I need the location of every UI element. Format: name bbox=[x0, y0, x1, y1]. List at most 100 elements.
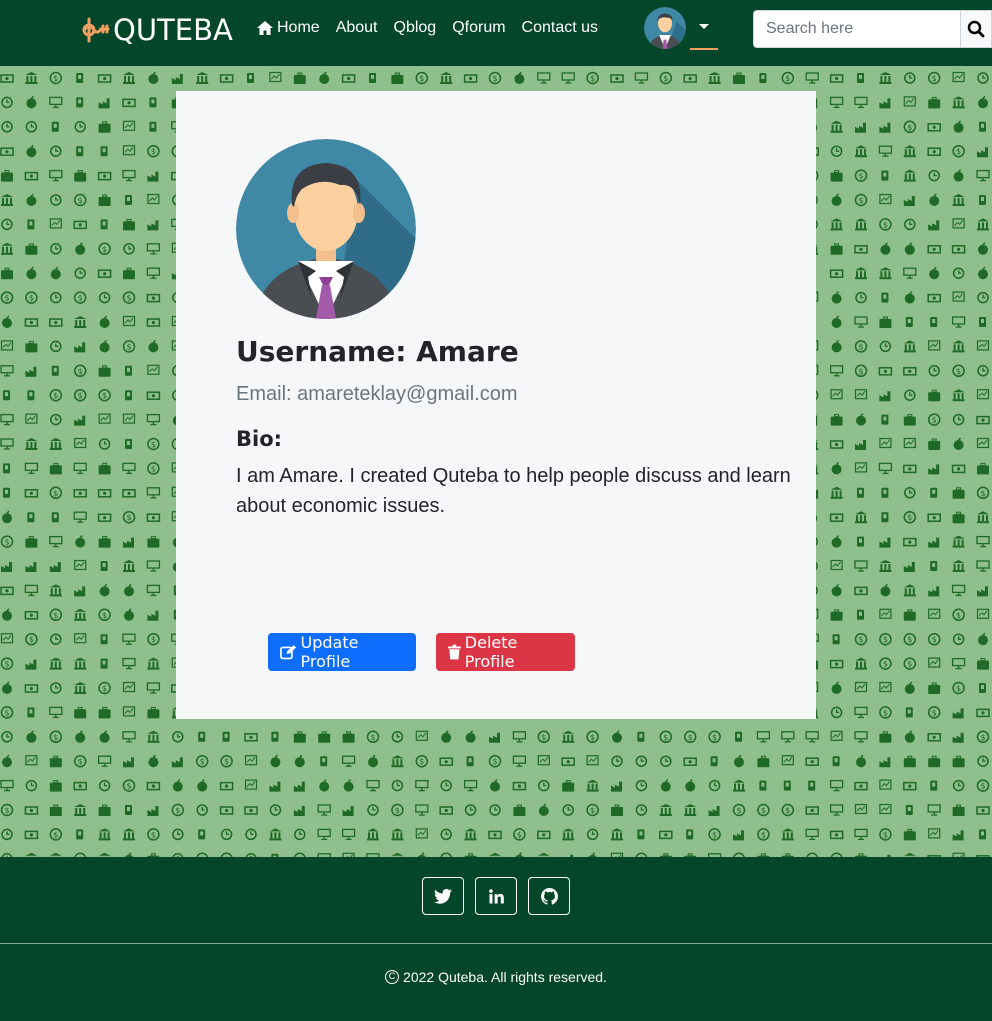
nav-home[interactable]: Home bbox=[256, 17, 320, 39]
pattern-icon bbox=[881, 487, 889, 498]
pattern-icon bbox=[0, 74, 14, 83]
pattern-icon bbox=[74, 633, 87, 644]
linkedin-link[interactable] bbox=[475, 877, 517, 915]
pattern-icon bbox=[854, 245, 868, 254]
pattern-icon bbox=[98, 98, 110, 109]
footer-divider bbox=[0, 943, 992, 944]
user-menu-toggle[interactable] bbox=[690, 14, 718, 50]
nav-contact[interactable]: Contact us bbox=[522, 17, 598, 39]
pattern-icon bbox=[928, 828, 941, 839]
pattern-icon bbox=[659, 804, 672, 816]
pattern-icon bbox=[781, 803, 795, 817]
pattern-icon bbox=[635, 779, 648, 792]
pattern-icon bbox=[49, 318, 63, 327]
pattern-icon bbox=[1, 681, 13, 695]
pattern-icon bbox=[439, 757, 453, 766]
pattern-icon bbox=[977, 266, 989, 280]
pattern-icon bbox=[122, 657, 136, 670]
pattern-icon bbox=[733, 779, 745, 792]
pattern-icon bbox=[100, 146, 108, 157]
pattern-icon bbox=[952, 340, 965, 353]
pattern-icon bbox=[25, 95, 38, 110]
pattern-icon bbox=[74, 804, 87, 816]
pattern-icon bbox=[122, 681, 136, 693]
pattern-icon bbox=[927, 96, 941, 109]
pattern-icon bbox=[24, 584, 39, 597]
pattern-icon bbox=[122, 145, 136, 156]
pattern-icon bbox=[73, 754, 87, 768]
search-button[interactable] bbox=[961, 10, 992, 48]
pattern-icon bbox=[49, 438, 62, 450]
pattern-icon bbox=[149, 121, 157, 132]
pattern-icon bbox=[927, 413, 941, 426]
pattern-icon bbox=[903, 537, 917, 547]
pattern-icon bbox=[512, 804, 526, 817]
pattern-icon bbox=[756, 755, 770, 768]
user-avatar[interactable] bbox=[644, 7, 686, 49]
pattern-icon bbox=[903, 414, 917, 427]
pattern-icon bbox=[147, 632, 160, 646]
trash-icon bbox=[448, 644, 461, 660]
pattern-icon bbox=[927, 706, 941, 719]
pattern-icon bbox=[489, 778, 501, 793]
pattern-icon bbox=[952, 535, 965, 548]
pattern-icon bbox=[879, 437, 892, 449]
pattern-icon bbox=[879, 632, 892, 646]
twitter-link[interactable] bbox=[422, 877, 464, 915]
nav-about[interactable]: About bbox=[336, 17, 378, 39]
pattern-icon bbox=[904, 487, 916, 499]
pattern-icon bbox=[74, 415, 86, 426]
pattern-icon bbox=[660, 778, 672, 793]
pattern-icon bbox=[74, 608, 87, 621]
pattern-icon bbox=[732, 72, 746, 85]
pattern-icon bbox=[903, 464, 917, 474]
pattern-icon bbox=[147, 754, 160, 768]
pattern-icon bbox=[976, 560, 990, 572]
pattern-icon bbox=[781, 828, 794, 841]
pattern-icon bbox=[733, 830, 744, 841]
pattern-icon bbox=[98, 388, 111, 402]
pattern-icon bbox=[98, 583, 111, 598]
pattern-icon bbox=[271, 731, 279, 742]
pattern-icon bbox=[634, 72, 649, 84]
pattern-icon bbox=[805, 757, 819, 766]
pattern-icon bbox=[952, 830, 964, 841]
pattern-icon bbox=[123, 757, 134, 768]
pattern-icon bbox=[854, 781, 868, 791]
delete-profile-button[interactable]: Delete Profile bbox=[436, 633, 575, 671]
pattern-icon bbox=[25, 730, 38, 744]
bio-heading: Bio: bbox=[236, 427, 283, 451]
github-link[interactable] bbox=[528, 877, 570, 915]
pattern-icon bbox=[512, 731, 527, 743]
search-input[interactable] bbox=[753, 10, 961, 48]
pattern-icon bbox=[878, 731, 892, 744]
pattern-icon bbox=[73, 489, 87, 498]
pattern-icon bbox=[122, 633, 136, 645]
update-profile-button[interactable]: Update Profile bbox=[268, 633, 416, 671]
pattern-icon bbox=[512, 755, 527, 767]
pattern-icon bbox=[171, 757, 183, 768]
pattern-icon bbox=[97, 74, 112, 83]
pattern-icon bbox=[829, 830, 844, 840]
pattern-icon bbox=[391, 731, 404, 743]
pattern-icon bbox=[1, 731, 13, 743]
nav-qforum[interactable]: Qforum bbox=[452, 17, 505, 39]
pattern-icon bbox=[100, 658, 108, 669]
pattern-icon bbox=[781, 755, 794, 766]
pattern-icon bbox=[0, 147, 14, 156]
pattern-icon bbox=[122, 98, 136, 108]
brand-link[interactable]: QUTEBA bbox=[81, 10, 233, 50]
pattern-icon bbox=[928, 340, 941, 351]
nav-qblog[interactable]: Qblog bbox=[394, 17, 437, 39]
pattern-icon bbox=[879, 706, 892, 719]
pattern-icon bbox=[51, 121, 59, 132]
pattern-icon bbox=[0, 657, 14, 670]
pattern-icon bbox=[25, 438, 38, 450]
pattern-icon bbox=[76, 97, 84, 108]
pattern-icon bbox=[369, 73, 376, 83]
pattern-icon bbox=[976, 486, 990, 500]
pattern-icon bbox=[342, 778, 355, 793]
pattern-icon bbox=[683, 757, 697, 766]
pattern-icon bbox=[952, 804, 966, 817]
pattern-icon bbox=[74, 559, 87, 571]
